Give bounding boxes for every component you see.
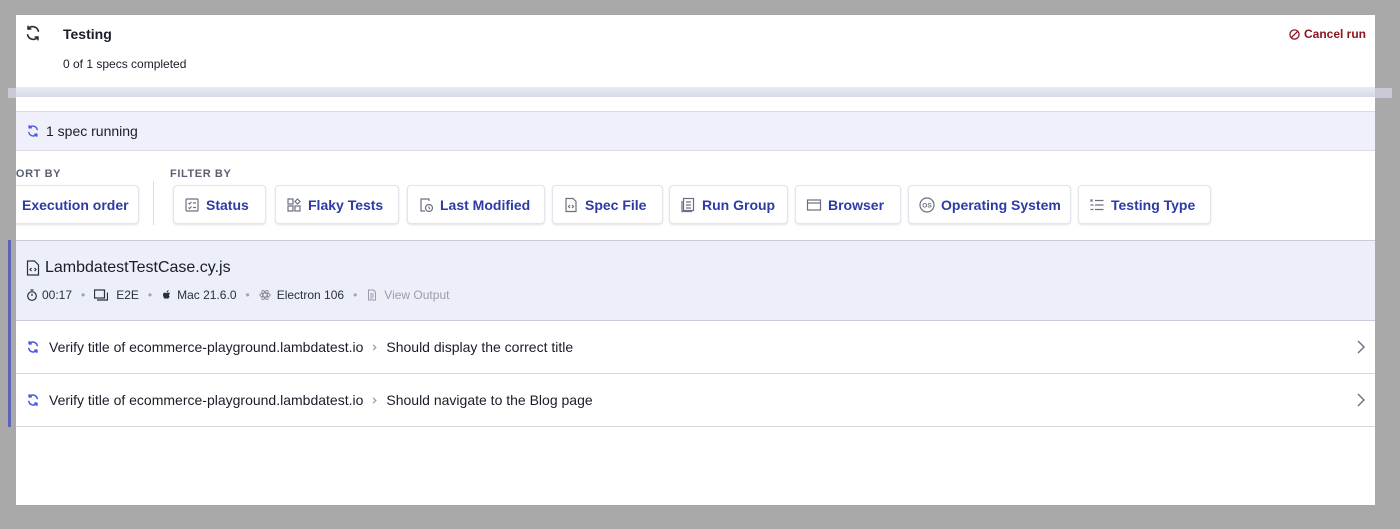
- filter-browser[interactable]: Browser: [795, 185, 901, 224]
- os-icon: OS: [919, 196, 935, 213]
- filter-status-label: Status: [206, 196, 249, 213]
- run-title: Testing: [63, 26, 112, 42]
- spec-meta: 00:17 • E2E • Mac 21.6.0 • Electron 106 …: [26, 288, 449, 302]
- test-suite-name: Verify title of ecommerce-playground.lam…: [49, 339, 364, 355]
- cancel-icon: [1289, 28, 1300, 40]
- filter-testing-type[interactable]: Testing Type: [1078, 185, 1211, 224]
- electron-icon: [259, 289, 271, 301]
- stopwatch-icon: [27, 289, 37, 301]
- cancel-run-button[interactable]: Cancel run: [1289, 27, 1366, 41]
- refresh-icon: [24, 24, 42, 42]
- chevron-right-icon: [373, 396, 378, 404]
- spec-testing-type: E2E: [116, 288, 139, 302]
- header-shadow: [16, 87, 1375, 97]
- status-icon: [184, 197, 200, 213]
- sort-filter-divider: [153, 181, 154, 225]
- sort-dropdown[interactable]: Execution order: [16, 185, 139, 224]
- spec-duration: 00:17: [42, 288, 73, 302]
- filter-flaky-tests[interactable]: Flaky Tests: [275, 185, 399, 224]
- filter-run-group-label: Run Group: [702, 196, 776, 213]
- apple-icon: [163, 290, 171, 299]
- test-row[interactable]: Verify title of ecommerce-playground.lam…: [16, 321, 1375, 374]
- flaky-tests-icon: [286, 197, 302, 213]
- filter-spec-file[interactable]: Spec File: [552, 185, 663, 224]
- spec-os: Mac 21.6.0: [177, 288, 237, 302]
- view-output-label: View Output: [384, 288, 450, 302]
- test-name: Should display the correct title: [386, 339, 574, 355]
- last-modified-icon: [418, 197, 434, 213]
- filter-operating-system-label: Operating System: [941, 196, 1061, 213]
- filter-browser-label: Browser: [828, 196, 885, 213]
- browser-icon: [806, 197, 822, 213]
- running-icon: [28, 340, 38, 354]
- testing-type-icon: [94, 289, 109, 301]
- filter-testing-type-label: Testing Type: [1111, 196, 1196, 213]
- running-icon: [28, 125, 38, 137]
- chevron-right-icon: [1357, 393, 1365, 407]
- running-status-label: 1 spec running: [46, 123, 138, 139]
- filter-run-group[interactable]: Run Group: [669, 185, 788, 224]
- spec-file-name: LambdatestTestCase.cy.js: [45, 259, 231, 276]
- sort-by-label: SORT BY: [16, 168, 62, 180]
- spec-file-icon: [563, 197, 579, 213]
- run-modal: Testing 0 of 1 specs completed Cancel ru…: [16, 15, 1375, 505]
- sort-value: Execution order: [22, 196, 129, 213]
- cancel-run-label: Cancel run: [1303, 27, 1366, 41]
- filter-last-modified-label: Last Modified: [440, 196, 531, 213]
- test-suite-name: Verify title of ecommerce-playground.lam…: [49, 392, 364, 408]
- chevron-right-icon: [1357, 340, 1365, 354]
- chevron-right-icon: [373, 343, 378, 351]
- filter-by-label: FILTER BY: [170, 168, 232, 180]
- filter-flaky-tests-label: Flaky Tests: [308, 196, 384, 213]
- svg-text:OS: OS: [922, 202, 932, 209]
- view-output-link[interactable]: View Output: [366, 288, 449, 302]
- running-status-bar: 1 spec running: [16, 111, 1375, 151]
- filter-spec-file-label: Spec File: [585, 196, 647, 213]
- spec-card: LambdatestTestCase.cy.js 00:17 • E2E • M…: [16, 240, 1375, 321]
- test-name: Should navigate to the Blog page: [386, 392, 593, 408]
- document-icon: [368, 289, 377, 301]
- filter-operating-system[interactable]: OS Operating System: [908, 185, 1071, 224]
- spec-file-icon: [26, 260, 40, 276]
- test-row[interactable]: Verify title of ecommerce-playground.lam…: [16, 374, 1375, 427]
- filter-last-modified[interactable]: Last Modified: [407, 185, 545, 224]
- spec-browser: Electron 106: [276, 288, 345, 302]
- running-icon: [28, 393, 38, 407]
- testing-type-icon: [1089, 197, 1105, 213]
- background-edge-accent: [8, 240, 11, 427]
- run-header: Testing 0 of 1 specs completed Cancel ru…: [16, 15, 1375, 87]
- filter-status[interactable]: Status: [173, 185, 266, 224]
- run-progress-text: 0 of 1 specs completed: [63, 57, 187, 71]
- run-group-icon: [680, 197, 696, 213]
